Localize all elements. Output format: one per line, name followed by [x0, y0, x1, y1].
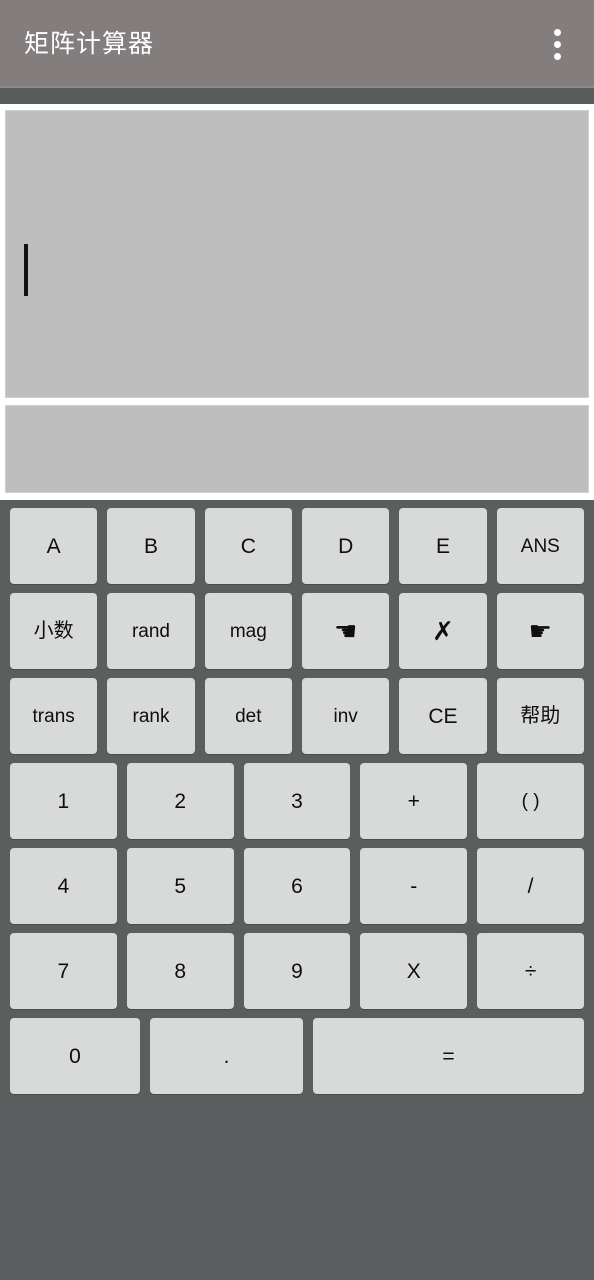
key-9[interactable]: 9	[243, 933, 351, 1009]
key-clear-entry[interactable]: CE	[399, 678, 487, 754]
expression-input[interactable]	[5, 110, 589, 398]
key-d[interactable]: D	[301, 508, 390, 584]
key-dot[interactable]: .	[150, 1018, 303, 1094]
key-7[interactable]: 7	[10, 933, 117, 1009]
key-cursor-right[interactable]: ☛	[496, 593, 584, 669]
numeric-row-2: 4 5 6- /	[5, 848, 589, 924]
key-3[interactable]: 3	[243, 763, 351, 839]
numeric-row-1: 1 2 3 +( )	[5, 763, 589, 839]
key-0[interactable]: 0	[10, 1018, 140, 1094]
key-determinant[interactable]: det	[204, 678, 292, 754]
key-mag[interactable]: mag	[204, 593, 292, 669]
key-slash[interactable]: /	[477, 848, 584, 924]
key-decimal-mode[interactable]: 小数	[10, 593, 98, 669]
result-display	[5, 405, 589, 493]
numeric-row-3: 7 8 9 X ÷	[5, 933, 589, 1009]
key-c[interactable]: C	[204, 508, 292, 584]
key-ans[interactable]: ANS	[496, 508, 584, 584]
text-caret	[24, 244, 28, 296]
more-vert-dot	[553, 40, 561, 48]
key-inverse[interactable]: inv	[301, 678, 390, 754]
matrix-vars-row: A B C D E ANS	[5, 508, 589, 584]
key-rand[interactable]: rand	[107, 593, 195, 669]
key-minus[interactable]: -	[360, 848, 468, 924]
bottom-row: 0. =	[5, 1018, 589, 1094]
display-region	[0, 104, 594, 500]
keypad: A B C D E ANS 小数 rand mag ☚ ✗ ☛ trans rank det inv CE 帮助 1…	[0, 500, 594, 1148]
key-multiply[interactable]: X	[360, 933, 468, 1009]
functions-row-1: 小数 rand mag ☚ ✗ ☛	[5, 593, 589, 669]
key-backspace[interactable]: ✗	[399, 593, 487, 669]
key-1[interactable]: 1	[10, 763, 117, 839]
toolbar-divider	[0, 88, 594, 104]
key-cursor-left[interactable]: ☚	[301, 593, 390, 669]
more-vert-dot	[553, 52, 561, 60]
functions-row-2: trans rank det inv CE 帮助	[5, 678, 589, 754]
key-b[interactable]: B	[107, 508, 195, 584]
key-4[interactable]: 4	[10, 848, 117, 924]
matrix-calculator-app: 矩阵计算器 A B C D E ANS 小数 rand mag ☚ ✗ ☛ trans rank det in…	[0, 0, 594, 1280]
key-6[interactable]: 6	[243, 848, 351, 924]
key-equals[interactable]: =	[313, 1018, 584, 1094]
key-plus[interactable]: +	[360, 763, 468, 839]
key-parentheses[interactable]: ( )	[477, 763, 584, 839]
bottom-spacer	[0, 1148, 594, 1280]
key-a[interactable]: A	[10, 508, 98, 584]
more-vert-icon[interactable]	[542, 18, 572, 70]
key-5[interactable]: 5	[126, 848, 234, 924]
more-vert-dot	[553, 28, 561, 36]
key-help[interactable]: 帮助	[496, 678, 584, 754]
key-transpose[interactable]: trans	[10, 678, 98, 754]
key-divide[interactable]: ÷	[477, 933, 584, 1009]
key-rank[interactable]: rank	[107, 678, 195, 754]
page-title: 矩阵计算器	[24, 29, 155, 58]
toolbar: 矩阵计算器	[0, 0, 594, 88]
key-2[interactable]: 2	[126, 763, 234, 839]
key-8[interactable]: 8	[126, 933, 234, 1009]
key-e[interactable]: E	[399, 508, 487, 584]
